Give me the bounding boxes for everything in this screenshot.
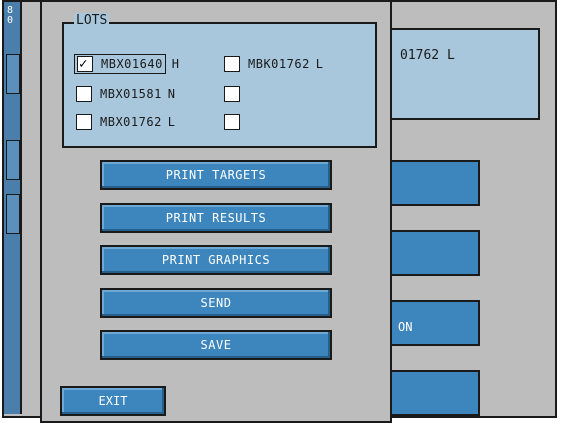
- toolbar-digits: 80: [7, 5, 14, 26]
- lot-name: MBK01762: [248, 57, 310, 71]
- lot-checkbox[interactable]: [76, 114, 92, 130]
- lot-checkbox[interactable]: [224, 56, 240, 72]
- left-toolbar: 80: [4, 2, 22, 414]
- background-button-4[interactable]: [390, 370, 480, 416]
- lot-checkbox[interactable]: [77, 56, 93, 72]
- lot-name: MBX01762: [100, 115, 162, 129]
- save-button[interactable]: SAVE: [100, 330, 332, 360]
- print-results-button[interactable]: PRINT RESULTS: [100, 203, 332, 233]
- lot-name: MBX01581: [100, 87, 162, 101]
- lot-name: MBX01640: [101, 57, 163, 71]
- background-button-3[interactable]: ON: [390, 300, 480, 346]
- background-button-2[interactable]: [390, 230, 480, 276]
- lot-row-empty[interactable]: [224, 84, 240, 104]
- background-button-1[interactable]: [390, 160, 480, 206]
- lot-row-empty[interactable]: [224, 112, 240, 132]
- lot-focus-box: MBX01640: [74, 54, 166, 74]
- background-lot-panel: 01762 L: [390, 28, 540, 120]
- toolbar-number-icon[interactable]: [6, 194, 20, 234]
- print-dialog: LOTS MBX01640 H MBX01581 N MBX01762 L MB…: [40, 0, 392, 423]
- lot-row[interactable]: MBK01762 L: [224, 54, 323, 74]
- lot-checkbox[interactable]: [76, 86, 92, 102]
- lot-checkbox[interactable]: [224, 114, 240, 130]
- lot-row[interactable]: MBX01581 N: [76, 84, 175, 104]
- lots-group: LOTS MBX01640 H MBX01581 N MBX01762 L MB…: [62, 13, 377, 148]
- print-graphics-button[interactable]: PRINT GRAPHICS: [100, 245, 332, 275]
- lot-level: L: [315, 57, 324, 71]
- exit-button[interactable]: EXIT: [60, 386, 166, 416]
- toolbar-tool-icon[interactable]: [6, 54, 20, 94]
- print-targets-button[interactable]: PRINT TARGETS: [100, 160, 332, 190]
- send-button[interactable]: SEND: [100, 288, 332, 318]
- background-lot-text: 01762 L: [400, 48, 455, 63]
- lot-level: N: [167, 87, 176, 101]
- background-button-3-label: ON: [398, 320, 413, 334]
- toolbar-shape-icon[interactable]: [6, 140, 20, 180]
- lot-checkbox[interactable]: [224, 86, 240, 102]
- lots-title: LOTS: [74, 13, 110, 28]
- lot-level: L: [167, 115, 176, 129]
- lot-level: H: [171, 57, 180, 71]
- lot-row[interactable]: MBX01640 H: [74, 54, 179, 74]
- lot-row[interactable]: MBX01762 L: [76, 112, 175, 132]
